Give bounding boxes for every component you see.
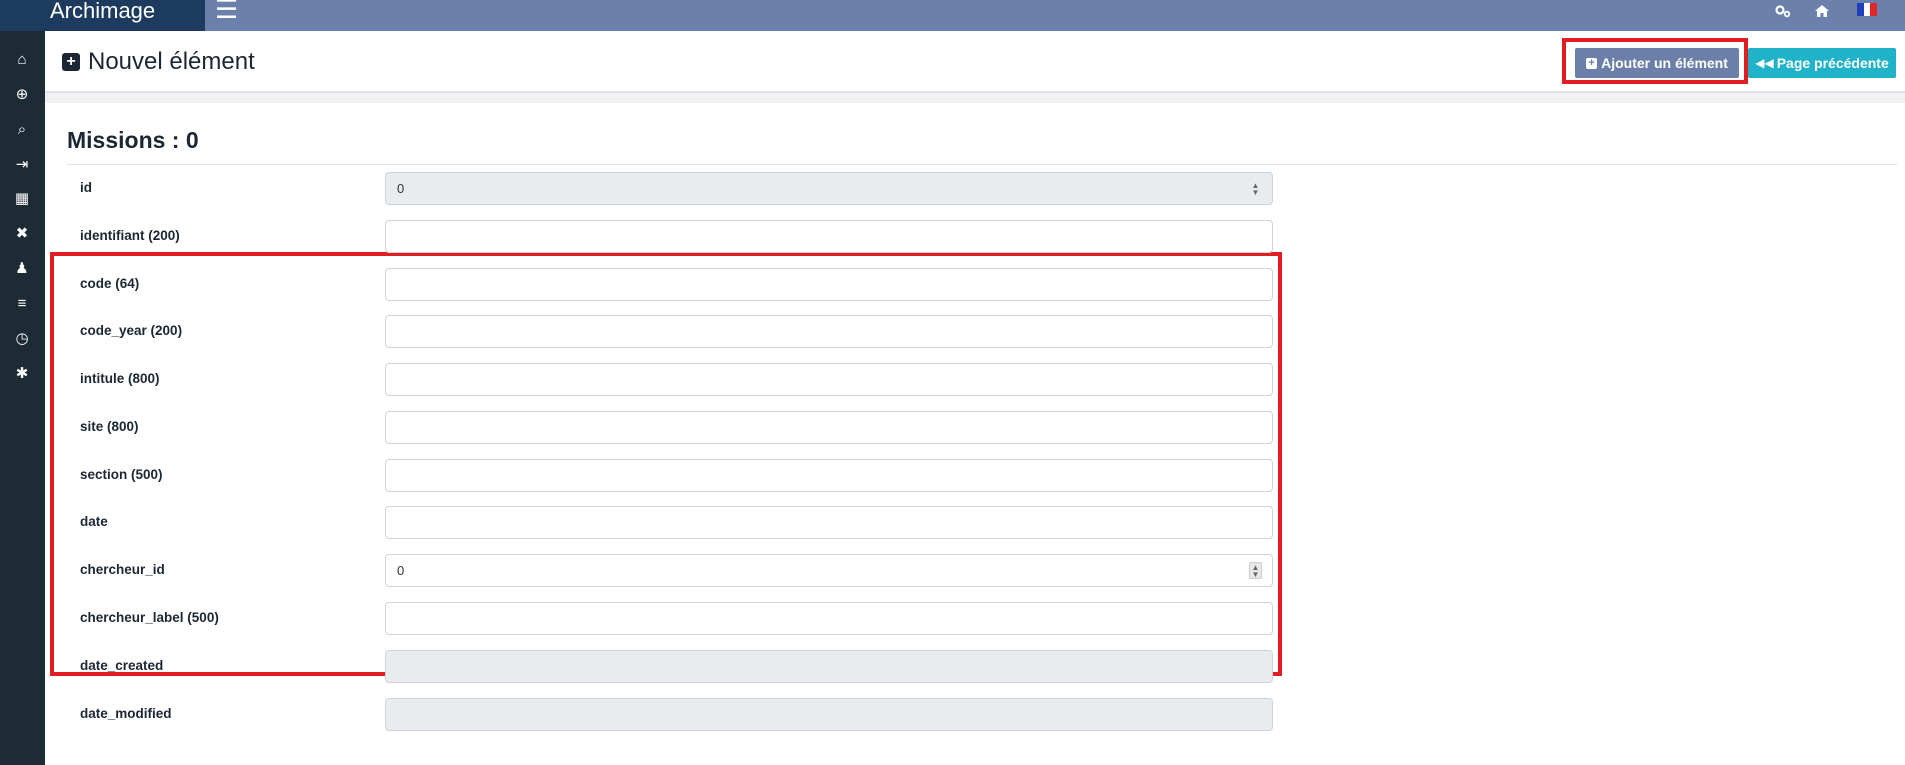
flag-fr-icon[interactable] <box>1855 0 1879 22</box>
plus-square-icon: + <box>62 53 80 71</box>
field-input[interactable]: 0 ▲ ▼ <box>385 554 1273 587</box>
double-chevron-left-icon: ◀◀ <box>1755 56 1774 70</box>
flag-stripe-blue <box>1857 2 1864 16</box>
field-label: identifiant (200) <box>80 228 180 243</box>
field-label: site (800) <box>80 419 139 434</box>
app-brand[interactable]: Archimage <box>0 0 205 31</box>
field-input[interactable] <box>385 506 1273 539</box>
add-element-label: Ajouter un élément <box>1601 55 1728 71</box>
field-label: date_modified <box>80 706 172 721</box>
section-divider <box>67 164 1897 165</box>
field-label: code_year (200) <box>80 323 183 338</box>
field-label: chercheur_id <box>80 562 165 577</box>
spinner-arrows-icon[interactable]: ▲ ▼ <box>1249 562 1262 579</box>
settings-icon[interactable] <box>1772 0 1794 22</box>
previous-page-button[interactable]: ◀◀ Page précédente <box>1748 48 1896 78</box>
user-edit-icon[interactable]: ♟ <box>10 256 34 280</box>
history-icon[interactable]: ◷ <box>10 326 34 350</box>
tools-icon[interactable]: ✖ <box>10 221 34 245</box>
chevron-down-icon: ▼ <box>1251 187 1260 197</box>
field-input[interactable] <box>385 363 1273 396</box>
sidebar: ⌂ ⊕ ⌕ ⇥ ▦ ✖ ♟ ≡ ◷ ✱ <box>0 31 45 765</box>
top-navbar: Archimage ☰ <box>0 0 1905 31</box>
field-input[interactable] <box>385 459 1273 492</box>
bug-icon[interactable]: ✱ <box>10 361 34 385</box>
home-icon[interactable]: ⌂ <box>10 47 34 71</box>
previous-page-label: Page précédente <box>1776 55 1889 71</box>
field-label: code (64) <box>80 276 140 291</box>
field-input[interactable] <box>385 602 1273 635</box>
page-title: + Nouvel élément <box>62 48 255 76</box>
field-label: date_created <box>80 658 164 673</box>
field-label: chercheur_label (500) <box>80 610 219 625</box>
field-input[interactable] <box>385 411 1273 444</box>
field-value: 0 <box>397 563 405 578</box>
flag-stripe-red <box>1870 2 1878 16</box>
field-input: 0 ▲ ▼ <box>385 172 1273 205</box>
field-input[interactable] <box>385 315 1273 348</box>
form-panel: Missions : 0 id 0 ▲ ▼ identifiant (200) code … <box>45 103 1905 765</box>
add-element-button[interactable]: + Ajouter un élément <box>1575 48 1739 78</box>
main-area: + Nouvel élément + Ajouter un élément ◀◀… <box>45 31 1905 765</box>
field-label: section (500) <box>80 467 163 482</box>
section-title: Missions : 0 <box>67 127 199 153</box>
home-icon[interactable] <box>1811 0 1833 22</box>
menu-toggle-icon[interactable]: ☰ <box>215 0 238 22</box>
flag-stripe-white <box>1863 2 1871 16</box>
field-input[interactable] <box>385 268 1273 301</box>
field-input <box>385 698 1273 731</box>
field-label: intitule (800) <box>80 371 160 386</box>
chevron-down-icon: ▼ <box>1251 569 1260 579</box>
plus-square-icon: + <box>1586 57 1598 69</box>
page-header: + Nouvel élément + Ajouter un élément ◀◀… <box>45 31 1905 93</box>
field-label: date <box>80 514 108 529</box>
spinner-arrows-icon: ▲ ▼ <box>1249 180 1262 197</box>
import-icon[interactable]: ⇥ <box>10 152 34 176</box>
database-icon[interactable]: ≡ <box>10 291 34 315</box>
table-icon[interactable]: ▦ <box>10 186 34 210</box>
field-input <box>385 650 1273 683</box>
field-value: 0 <box>397 181 405 196</box>
field-input[interactable] <box>385 220 1273 253</box>
search-icon[interactable]: ⌕ <box>10 117 34 141</box>
field-label: id <box>80 180 92 195</box>
page-title-text: Nouvel élément <box>88 48 255 75</box>
add-circle-icon[interactable]: ⊕ <box>10 82 34 106</box>
